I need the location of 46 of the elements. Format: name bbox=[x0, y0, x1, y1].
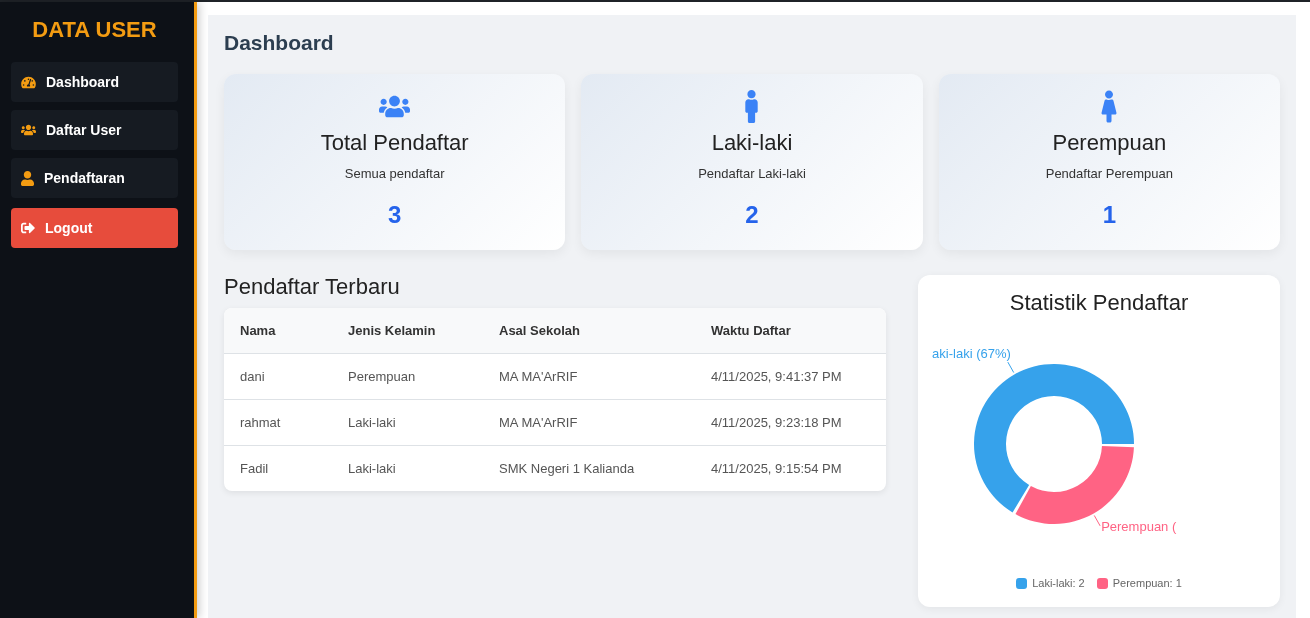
people-icon bbox=[379, 93, 411, 119]
table-cell: 4/11/2025, 9:15:54 PM bbox=[695, 445, 886, 491]
app-title: DATA USER bbox=[31, 16, 158, 44]
card-count: 3 bbox=[388, 201, 402, 229]
nav-item[interactable]: Pendaftaran bbox=[11, 158, 178, 198]
table-cell: Laki-laki bbox=[332, 399, 483, 445]
column-header: Asal Sekolah bbox=[483, 308, 695, 353]
nav-item[interactable]: Daftar User bbox=[11, 110, 178, 150]
table-cell: Perempuan bbox=[332, 353, 483, 399]
legend-label: Perempuan: 1 bbox=[1112, 576, 1182, 590]
table-cell: MA MA'ArRIF bbox=[483, 399, 695, 445]
logout-icon bbox=[21, 221, 35, 235]
column-header: Jenis Kelamin bbox=[332, 308, 483, 353]
card-title: Total Pendaftar bbox=[320, 130, 469, 156]
slice-label: aki-laki (67%) bbox=[932, 346, 1011, 362]
legend-label: Laki-laki: 2 bbox=[1032, 576, 1085, 590]
section-title: Pendaftar Terbaru bbox=[224, 274, 401, 300]
table-cell: Laki-laki bbox=[332, 445, 483, 491]
table-cell: SMK Negeri 1 Kalianda bbox=[483, 445, 695, 491]
person-icon bbox=[21, 170, 34, 186]
slice-label: Perempuan ( bbox=[1101, 518, 1177, 534]
female-figure-icon bbox=[1101, 89, 1118, 123]
card-count: 1 bbox=[1102, 201, 1116, 229]
card-subtitle: Semua pendaftar bbox=[344, 166, 445, 182]
gauge-icon bbox=[21, 75, 36, 89]
table-cell: Fadil bbox=[224, 445, 332, 491]
card-count: 2 bbox=[745, 201, 759, 229]
leader-line bbox=[1007, 361, 1015, 374]
column-header: Waktu Daftar bbox=[695, 308, 886, 353]
card-subtitle: Pendaftar Laki-laki bbox=[698, 166, 806, 182]
card-title: Perempuan bbox=[1052, 130, 1167, 156]
chart-title: Statistik Pendaftar bbox=[1008, 290, 1190, 316]
leader-line bbox=[1093, 514, 1101, 527]
card-title: Laki-laki bbox=[711, 130, 793, 156]
table-cell: dani bbox=[224, 353, 332, 399]
table-cell: rahmat bbox=[224, 399, 332, 445]
card-subtitle: Pendaftar Perempuan bbox=[1045, 166, 1173, 182]
table-cell: MA MA'ArRIF bbox=[483, 353, 695, 399]
logout-button[interactable]: Logout bbox=[11, 208, 178, 248]
male-figure-icon bbox=[745, 89, 759, 123]
table-cell: 4/11/2025, 9:41:37 PM bbox=[695, 353, 886, 399]
nav-item[interactable]: Dashboard bbox=[11, 62, 178, 102]
column-header: Nama bbox=[224, 308, 332, 353]
people-icon bbox=[21, 124, 36, 136]
table-cell: 4/11/2025, 9:23:18 PM bbox=[695, 399, 886, 445]
page-title: Dashboard bbox=[224, 31, 335, 55]
